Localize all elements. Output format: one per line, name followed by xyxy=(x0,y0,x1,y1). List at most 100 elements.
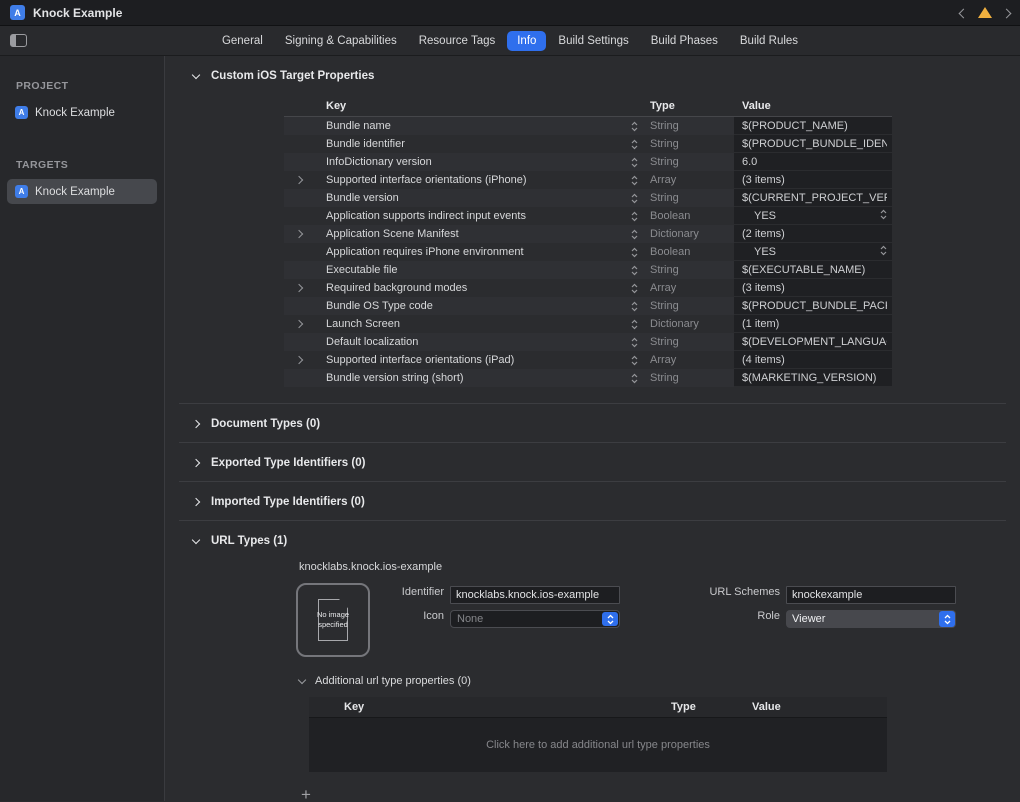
collapsed-section-header[interactable]: Document Types (0) xyxy=(165,404,1020,442)
disclosure-chevron-icon[interactable] xyxy=(192,498,200,506)
property-key[interactable]: Bundle name xyxy=(314,120,624,132)
property-value[interactable]: $(EXECUTABLE_NAME) xyxy=(734,261,892,279)
property-key[interactable]: Launch Screen xyxy=(314,318,624,330)
property-key[interactable]: Supported interface orientations (iPad) xyxy=(314,354,624,366)
property-row[interactable]: Supported interface orientations (iPad) … xyxy=(284,351,892,369)
property-type[interactable]: String xyxy=(644,120,734,132)
disclosure-chevron-icon[interactable] xyxy=(192,70,200,78)
stepper-icon[interactable] xyxy=(624,139,644,150)
property-type[interactable]: String xyxy=(644,192,734,204)
property-type[interactable]: Dictionary xyxy=(644,318,734,330)
property-type[interactable]: String xyxy=(644,300,734,312)
stepper-icon[interactable] xyxy=(624,121,644,132)
property-row[interactable]: Default localization String $(DEVELOPMEN… xyxy=(284,333,892,351)
row-disclosure-chevron-icon[interactable] xyxy=(284,339,314,345)
property-row[interactable]: Bundle version string (short) String $(M… xyxy=(284,369,892,387)
property-type[interactable]: Dictionary xyxy=(644,228,734,240)
property-row[interactable]: Application Scene Manifest Dictionary (2… xyxy=(284,225,892,243)
custom-properties-header[interactable]: Custom iOS Target Properties xyxy=(165,56,1020,94)
property-key[interactable]: Executable file xyxy=(314,264,624,276)
property-value[interactable]: YES xyxy=(734,243,892,261)
tab-signing-capabilities[interactable]: Signing & Capabilities xyxy=(275,31,407,51)
tab-build-rules[interactable]: Build Rules xyxy=(730,31,808,51)
stepper-icon[interactable] xyxy=(624,373,644,384)
property-row[interactable]: Supported interface orientations (iPhone… xyxy=(284,171,892,189)
property-key[interactable]: Bundle OS Type code xyxy=(314,300,624,312)
collapsed-section-header[interactable]: Exported Type Identifiers (0) xyxy=(165,443,1020,481)
stepper-icon[interactable] xyxy=(624,211,644,222)
row-disclosure-chevron-icon[interactable] xyxy=(284,267,314,273)
disclosure-chevron-icon[interactable] xyxy=(192,535,200,543)
property-type[interactable]: Boolean xyxy=(644,210,734,222)
row-disclosure-chevron-icon[interactable] xyxy=(284,321,314,327)
stepper-icon[interactable] xyxy=(624,319,644,330)
additional-table-empty-area[interactable]: Click here to add additional url type pr… xyxy=(309,718,887,772)
icon-dropdown[interactable]: None xyxy=(450,610,620,628)
property-row[interactable]: Bundle name String $(PRODUCT_NAME) xyxy=(284,117,892,135)
row-disclosure-chevron-icon[interactable] xyxy=(284,213,314,219)
additional-properties-header[interactable]: Additional url type properties (0) xyxy=(299,675,1020,687)
tab-general[interactable]: General xyxy=(212,31,273,51)
property-row[interactable]: Launch Screen Dictionary (1 item) xyxy=(284,315,892,333)
property-value[interactable]: $(PRODUCT_BUNDLE_IDENT xyxy=(734,135,892,153)
property-value[interactable]: (4 items) xyxy=(734,351,892,369)
property-row[interactable]: Application supports indirect input even… xyxy=(284,207,892,225)
stepper-icon[interactable] xyxy=(624,193,644,204)
property-key[interactable]: Bundle version xyxy=(314,192,624,204)
property-type[interactable]: Boolean xyxy=(644,246,734,258)
property-type[interactable]: String xyxy=(644,138,734,150)
property-row[interactable]: InfoDictionary version String 6.0 xyxy=(284,153,892,171)
add-url-type-button[interactable]: + xyxy=(296,786,316,801)
property-value[interactable]: YES xyxy=(734,207,892,225)
property-value[interactable]: $(PRODUCT_BUNDLE_PACKA xyxy=(734,297,892,315)
sidebar-toggle-icon[interactable] xyxy=(10,34,27,47)
boolean-stepper-icon[interactable] xyxy=(880,245,887,259)
row-disclosure-chevron-icon[interactable] xyxy=(284,357,314,363)
row-disclosure-chevron-icon[interactable] xyxy=(284,231,314,237)
disclosure-chevron-icon[interactable] xyxy=(192,459,200,467)
boolean-stepper-icon[interactable] xyxy=(880,209,887,223)
property-value[interactable]: 6.0 xyxy=(734,153,892,171)
property-type[interactable]: Array xyxy=(644,174,734,186)
stepper-icon[interactable] xyxy=(624,265,644,276)
disclosure-chevron-icon[interactable] xyxy=(298,675,306,683)
property-key[interactable]: Bundle identifier xyxy=(314,138,624,150)
stepper-icon[interactable] xyxy=(624,247,644,258)
tab-build-settings[interactable]: Build Settings xyxy=(548,31,638,51)
row-disclosure-chevron-icon[interactable] xyxy=(284,285,314,291)
forward-chevron-icon[interactable] xyxy=(1002,8,1012,18)
property-key[interactable]: Default localization xyxy=(314,336,624,348)
stepper-icon[interactable] xyxy=(624,157,644,168)
property-type[interactable]: String xyxy=(644,372,734,384)
property-value[interactable]: (3 items) xyxy=(734,279,892,297)
row-disclosure-chevron-icon[interactable] xyxy=(284,249,314,255)
property-key[interactable]: InfoDictionary version xyxy=(314,156,624,168)
property-value[interactable]: $(MARKETING_VERSION) xyxy=(734,369,892,387)
back-chevron-icon[interactable] xyxy=(959,8,969,18)
property-value[interactable]: $(CURRENT_PROJECT_VERS xyxy=(734,189,892,207)
stepper-icon[interactable] xyxy=(624,355,644,366)
property-value[interactable]: (2 items) xyxy=(734,225,892,243)
image-well[interactable]: No image specified xyxy=(296,583,370,657)
sidebar-item-target[interactable]: A Knock Example xyxy=(7,179,157,204)
identifier-input[interactable] xyxy=(450,586,620,604)
tab-resource-tags[interactable]: Resource Tags xyxy=(409,31,506,51)
collapsed-section-header[interactable]: Imported Type Identifiers (0) xyxy=(165,482,1020,520)
property-row[interactable]: Required background modes Array (3 items… xyxy=(284,279,892,297)
property-row[interactable]: Bundle identifier String $(PRODUCT_BUNDL… xyxy=(284,135,892,153)
property-key[interactable]: Application Scene Manifest xyxy=(314,228,624,240)
property-row[interactable]: Executable file String $(EXECUTABLE_NAME… xyxy=(284,261,892,279)
property-type[interactable]: String xyxy=(644,156,734,168)
property-key[interactable]: Required background modes xyxy=(314,282,624,294)
property-key[interactable]: Supported interface orientations (iPhone… xyxy=(314,174,624,186)
stepper-icon[interactable] xyxy=(624,229,644,240)
row-disclosure-chevron-icon[interactable] xyxy=(284,123,314,129)
disclosure-chevron-icon[interactable] xyxy=(192,420,200,428)
stepper-icon[interactable] xyxy=(624,175,644,186)
warning-icon[interactable] xyxy=(978,7,992,18)
property-row[interactable]: Bundle version String $(CURRENT_PROJECT_… xyxy=(284,189,892,207)
url-schemes-input[interactable] xyxy=(786,586,956,604)
row-disclosure-chevron-icon[interactable] xyxy=(284,177,314,183)
property-key[interactable]: Application requires iPhone environment xyxy=(314,246,624,258)
row-disclosure-chevron-icon[interactable] xyxy=(284,159,314,165)
